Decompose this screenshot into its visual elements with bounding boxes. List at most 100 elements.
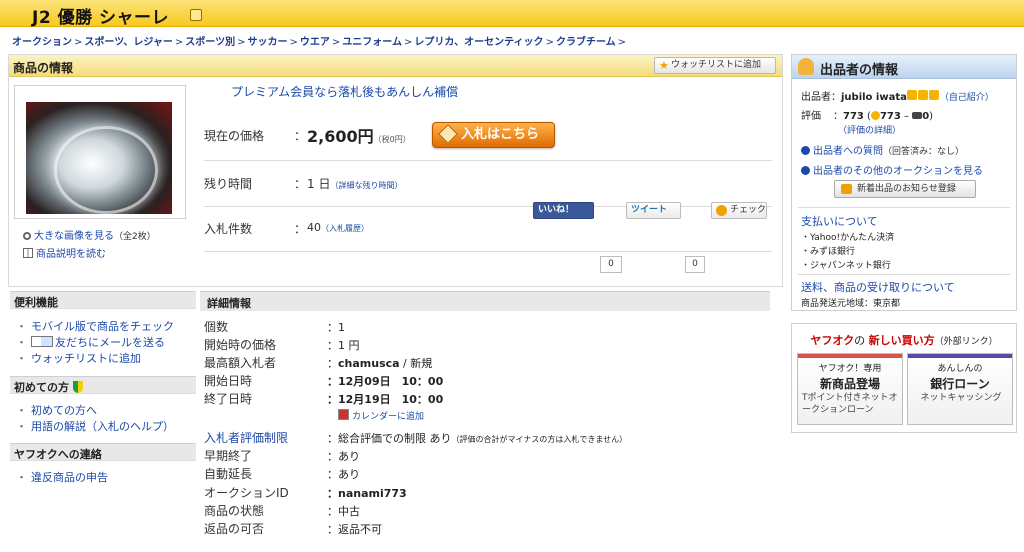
- page-title: J2 優勝 シャーレ: [32, 8, 169, 28]
- bid-count-value: 40（入札履歴）: [307, 221, 369, 234]
- promo-card-new-product[interactable]: ヤフオク！専用 新商品登場 Tポイント付きネットオークションローン: [797, 353, 903, 425]
- top-bidder-value: ：chamusca / 新規: [327, 357, 433, 370]
- book-icon: [23, 248, 33, 258]
- rating-total[interactable]: 773: [843, 111, 864, 122]
- start-time-label: 開始日時: [204, 374, 253, 388]
- arrow-icon: [801, 166, 810, 175]
- time-detail-link[interactable]: （詳細な残り時間）: [330, 181, 402, 190]
- time-left-value: 1 日（詳細な残り時間）: [307, 177, 403, 191]
- rating-detail-link[interactable]: （評価の詳細）: [838, 123, 901, 136]
- beginner-header: 初めての方: [10, 376, 196, 394]
- condition-value: ：中古: [327, 505, 360, 518]
- end-time-label: 終了日時: [204, 392, 253, 406]
- new-listing-alert-button[interactable]: 新着出品のお知らせ登録: [834, 180, 976, 198]
- seller-info-header: 出品者の情報: [792, 55, 1016, 79]
- trophy-plate-shape: [54, 126, 158, 214]
- beginner-guide-link[interactable]: ・初めての方へ: [16, 402, 97, 418]
- report-violation-link[interactable]: ・違反商品の申告: [16, 469, 108, 485]
- start-price-value: ：1 円: [327, 339, 360, 352]
- top-bidder-name[interactable]: chamusca: [338, 357, 400, 370]
- send-mail-link[interactable]: ・友だちにメールを送る: [16, 334, 165, 350]
- early-end-value: ：あり: [327, 450, 360, 463]
- seller-info-panel: 出品者の情報 出品者：jubilo iwata （自己紹介） 評価 ：773 (77…: [791, 54, 1017, 311]
- print-icon[interactable]: [190, 9, 202, 21]
- good-rating-count[interactable]: 773: [880, 111, 901, 122]
- divider: [204, 160, 772, 161]
- item-info-section: 商品の情報 ★ ウォッチリストに追加 大きな画像を見る（全2枚） 商品説明を読む …: [8, 54, 783, 287]
- premium-guarantee-link[interactable]: プレミアム会員なら落札後もあんしん補償: [231, 83, 458, 100]
- auction-id-value: ：nanami773: [327, 487, 407, 500]
- breadcrumb-item[interactable]: オークション: [12, 37, 72, 48]
- promo-card-bar: [798, 354, 902, 358]
- facebook-like-button[interactable]: いいね！: [533, 202, 594, 219]
- watchlist-label: ウォッチリストに追加: [671, 60, 762, 70]
- bid-history-link[interactable]: （入札履歴）: [321, 224, 369, 233]
- mobile-check-link[interactable]: ・モバイル版で商品をチェック: [16, 318, 174, 334]
- contact-header: ヤフオクへの連絡: [10, 443, 196, 461]
- promo-card-bank-loan[interactable]: あんしんの 銀行ローン ネットキャッシング: [907, 353, 1013, 425]
- breadcrumb-item[interactable]: スポーツ、レジャー: [84, 37, 173, 48]
- sidebar-watchlist-link[interactable]: ・ウォッチリストに追加: [16, 350, 141, 366]
- item-thumbnail-frame: [14, 85, 186, 219]
- other-auctions-link[interactable]: 出品者のその他のオークションを見る: [801, 162, 983, 177]
- seller-rating-row: 評価 ：773 (773 – 0): [801, 111, 934, 122]
- self-intro-link[interactable]: （自己紹介）: [940, 93, 994, 103]
- auto-extend-label: 自動延長: [204, 467, 253, 481]
- early-end-label: 早期終了: [204, 449, 253, 463]
- arrow-icon: [801, 146, 810, 155]
- bid-count-label: 入札件数: [204, 222, 253, 236]
- star-icon: ★: [659, 59, 669, 72]
- enlarge-image-link[interactable]: 大きな画像を見る（全2枚）: [23, 227, 156, 242]
- breadcrumb-item[interactable]: ウエア: [300, 37, 330, 48]
- divider: [798, 207, 1010, 208]
- add-to-watchlist-button[interactable]: ★ ウォッチリストに追加: [654, 57, 776, 74]
- ask-seller-link[interactable]: 出品者への質問（回答済み：なし）: [801, 142, 964, 157]
- read-description-link[interactable]: 商品説明を読む: [23, 245, 106, 260]
- promo-title: ヤフオクの 新しい買い方（外部リンク）: [810, 334, 998, 347]
- add-to-calendar-link[interactable]: カレンダーに追加: [338, 409, 424, 422]
- breadcrumb-item[interactable]: サッカー: [247, 37, 287, 48]
- promo-card-bar: [908, 354, 1012, 358]
- gavel-icon: [438, 124, 458, 144]
- end-time-value: ：12月19日 10：00: [327, 393, 444, 406]
- bid-button[interactable]: 入札はこちら: [432, 122, 555, 148]
- breadcrumb-item[interactable]: クラブチーム: [556, 37, 616, 48]
- glossary-link[interactable]: ・用語の解説（入札のヘルプ）: [16, 418, 174, 434]
- start-time-value: ：12月09日 10：00: [327, 375, 444, 388]
- detail-header: 詳細情報: [200, 291, 770, 311]
- tweet-button[interactable]: ツイート: [626, 202, 681, 219]
- good-rating-icon: [870, 111, 880, 120]
- convenience-header: 便利機能: [10, 291, 196, 309]
- item-info-header: 商品の情報 ★ ウォッチリストに追加: [9, 55, 782, 77]
- breadcrumb-item[interactable]: レプリカ、オーセンティック: [414, 37, 543, 48]
- current-price: 2,600円（税0円）: [307, 127, 411, 146]
- price-label: 現在の価格: [204, 129, 265, 143]
- item-thumbnail-image[interactable]: [26, 102, 172, 214]
- time-left-label: 残り時間: [204, 177, 253, 191]
- seller-name-link[interactable]: jubilo iwata: [841, 92, 907, 103]
- tweet-count: 0: [685, 256, 705, 273]
- check-icon: [716, 205, 727, 216]
- divider: [798, 274, 1010, 275]
- breadcrumb-item[interactable]: ユニフォーム: [342, 37, 402, 48]
- seller-star-icons: [906, 90, 940, 103]
- auction-id-label: オークションID: [204, 486, 289, 500]
- bidder-restriction-link[interactable]: 入札者評価制限: [204, 429, 288, 446]
- person-icon: [798, 58, 814, 75]
- breadcrumb-item[interactable]: スポーツ別: [185, 37, 235, 48]
- like-count: 0: [600, 256, 622, 273]
- item-info-title: 商品の情報: [13, 61, 74, 75]
- payment-method: ・みずほ銀行: [801, 247, 856, 257]
- payment-info-link[interactable]: 支払いについて: [801, 213, 878, 229]
- magnifier-icon: [23, 232, 31, 240]
- payment-method: ・ジャパンネット銀行: [801, 261, 891, 271]
- beginner-mark-icon: [73, 381, 83, 393]
- shipping-origin: 商品発送元地域：東京都: [801, 299, 901, 309]
- shipping-info-link[interactable]: 送料、商品の受け取りについて: [801, 279, 955, 295]
- bidder-restriction-value: ：総合評価での制限 あり（評価の合計がマイナスの方は入札できません）: [327, 432, 628, 445]
- returns-label: 返品の可否: [204, 522, 265, 536]
- check-button[interactable]: チェック: [711, 202, 767, 219]
- condition-label: 商品の状態: [204, 504, 265, 518]
- bell-icon: [841, 184, 852, 194]
- title-bar: J2 優勝 シャーレ: [0, 0, 1024, 28]
